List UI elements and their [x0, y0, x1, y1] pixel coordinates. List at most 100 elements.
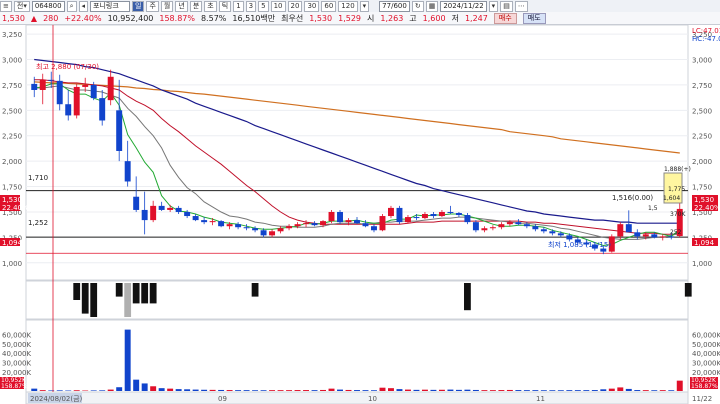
candle-body [668, 236, 675, 238]
volume-bar [676, 380, 683, 391]
period-month[interactable]: 월 [160, 0, 174, 12]
candle-body [617, 224, 624, 237]
candle-body [557, 233, 564, 236]
volume-bar [668, 390, 675, 391]
signal-mark [124, 283, 132, 317]
more-icon[interactable]: ⋯ [514, 0, 528, 12]
stock-code-input[interactable]: 064800 [31, 0, 65, 12]
volume-bar [540, 390, 547, 391]
left-tick: 2,500 [2, 107, 22, 115]
menu-icon[interactable]: ≡ [0, 0, 12, 12]
period-week[interactable]: 주 [146, 0, 159, 12]
candle-body [345, 220, 352, 223]
volume-bar [167, 388, 174, 391]
candle-body [464, 215, 471, 223]
candle-body [226, 224, 233, 227]
volume-bar [413, 389, 420, 391]
low-note: 최저 1,085 (11/15) [548, 240, 611, 249]
volume-bar [523, 390, 530, 391]
stock-chart[interactable]: 3,250 3,000 2,750 2,500 2,250 2,000 1,75… [0, 25, 720, 404]
candle-body [634, 232, 641, 237]
vol-tick: 40,000K [692, 350, 720, 358]
candle-body [421, 214, 428, 219]
period-year[interactable]: 년 [175, 0, 188, 12]
candle-body [73, 86, 80, 116]
volume-bar [421, 389, 428, 391]
left-pct-label: 22.40% [2, 204, 29, 212]
period-day[interactable]: 일 [132, 0, 145, 12]
signal-mark [132, 283, 140, 304]
volume-bar [107, 389, 114, 391]
candle-body [218, 221, 225, 227]
price-axis-right: 3,250 3,000 2,750 2,500 2,250 2,000 1,75… [692, 31, 712, 268]
candle-body [540, 229, 547, 232]
right-tick: 2,500 [692, 107, 712, 115]
candle-body [642, 234, 649, 237]
low-label: 저 [451, 13, 459, 23]
grid-icon[interactable]: ▤ [500, 0, 513, 12]
market-select[interactable]: 전▾ [13, 0, 30, 12]
volume-bar [498, 390, 505, 391]
signal-mark [149, 283, 157, 304]
interval-20[interactable]: 20 [287, 0, 303, 12]
sell-button[interactable]: 매도 [522, 12, 546, 24]
volume-bar [260, 390, 267, 391]
right-pct-label: 22.40% [694, 204, 720, 212]
candle-body [659, 236, 666, 238]
left-tick: 3,250 [2, 31, 22, 39]
candle-body [523, 224, 530, 227]
settings-icon[interactable]: ▾ [359, 0, 370, 12]
volume-bar [192, 389, 199, 391]
period-tick[interactable]: 틱 [218, 0, 232, 12]
date-picker-icon[interactable]: ▾ [488, 0, 499, 12]
line-1710-label: 1,710 [28, 174, 48, 182]
date-input[interactable]: 2024/11/22 [440, 0, 487, 12]
volume-bar [184, 389, 191, 391]
candle-body [379, 216, 386, 231]
volume-bar [337, 389, 343, 391]
candle-body [39, 79, 46, 90]
candle-body [388, 207, 394, 217]
volume-bar [141, 383, 148, 391]
interval-5[interactable]: 5 [258, 0, 269, 12]
volume-bar [659, 390, 666, 391]
refresh-icon[interactable]: ↻ [411, 0, 424, 12]
interval-10[interactable]: 10 [270, 0, 286, 12]
candle-body [354, 220, 360, 224]
condition-label: 최우선 [281, 13, 304, 23]
interval-60[interactable]: 60 [321, 0, 337, 12]
right-tick: 2,000 [692, 158, 712, 166]
interval-1[interactable]: 1 [233, 0, 244, 12]
prev-icon[interactable]: ◂ [78, 0, 89, 12]
candle-body [625, 224, 632, 233]
left-tick: 1,000 [2, 260, 22, 268]
interval-3[interactable]: 3 [245, 0, 257, 12]
buy-button[interactable]: 매수 [493, 12, 517, 24]
volume-bar [438, 389, 445, 391]
calendar-icon[interactable]: ▦ [425, 0, 439, 12]
volume-bar [209, 389, 216, 391]
x-axis [25, 391, 689, 404]
interval-120[interactable]: 120 [338, 0, 358, 12]
candle-body [184, 211, 191, 217]
volume-bar [634, 390, 641, 391]
candle-body [337, 211, 343, 223]
volume-bar [320, 389, 326, 391]
count-input[interactable]: 77/600 [379, 0, 410, 12]
search-icon[interactable]: ⌕ [66, 0, 77, 12]
vol-tick: 60,000K [2, 331, 31, 339]
best-ask: 1,530 [309, 13, 333, 23]
candle-body [489, 227, 496, 229]
volume-bar [404, 389, 411, 391]
candle-body [311, 223, 318, 226]
volume-bar [600, 389, 607, 391]
period-minute[interactable]: 분 [189, 0, 203, 12]
volume-bar [489, 390, 496, 391]
volume-bar [625, 388, 632, 391]
period-second[interactable]: 초 [204, 0, 217, 12]
volume-bar [90, 390, 97, 391]
right-tick: 2,250 [692, 133, 712, 141]
left-tick: 2,000 [2, 158, 22, 166]
volume-bar [294, 390, 301, 391]
interval-30[interactable]: 30 [304, 0, 320, 12]
